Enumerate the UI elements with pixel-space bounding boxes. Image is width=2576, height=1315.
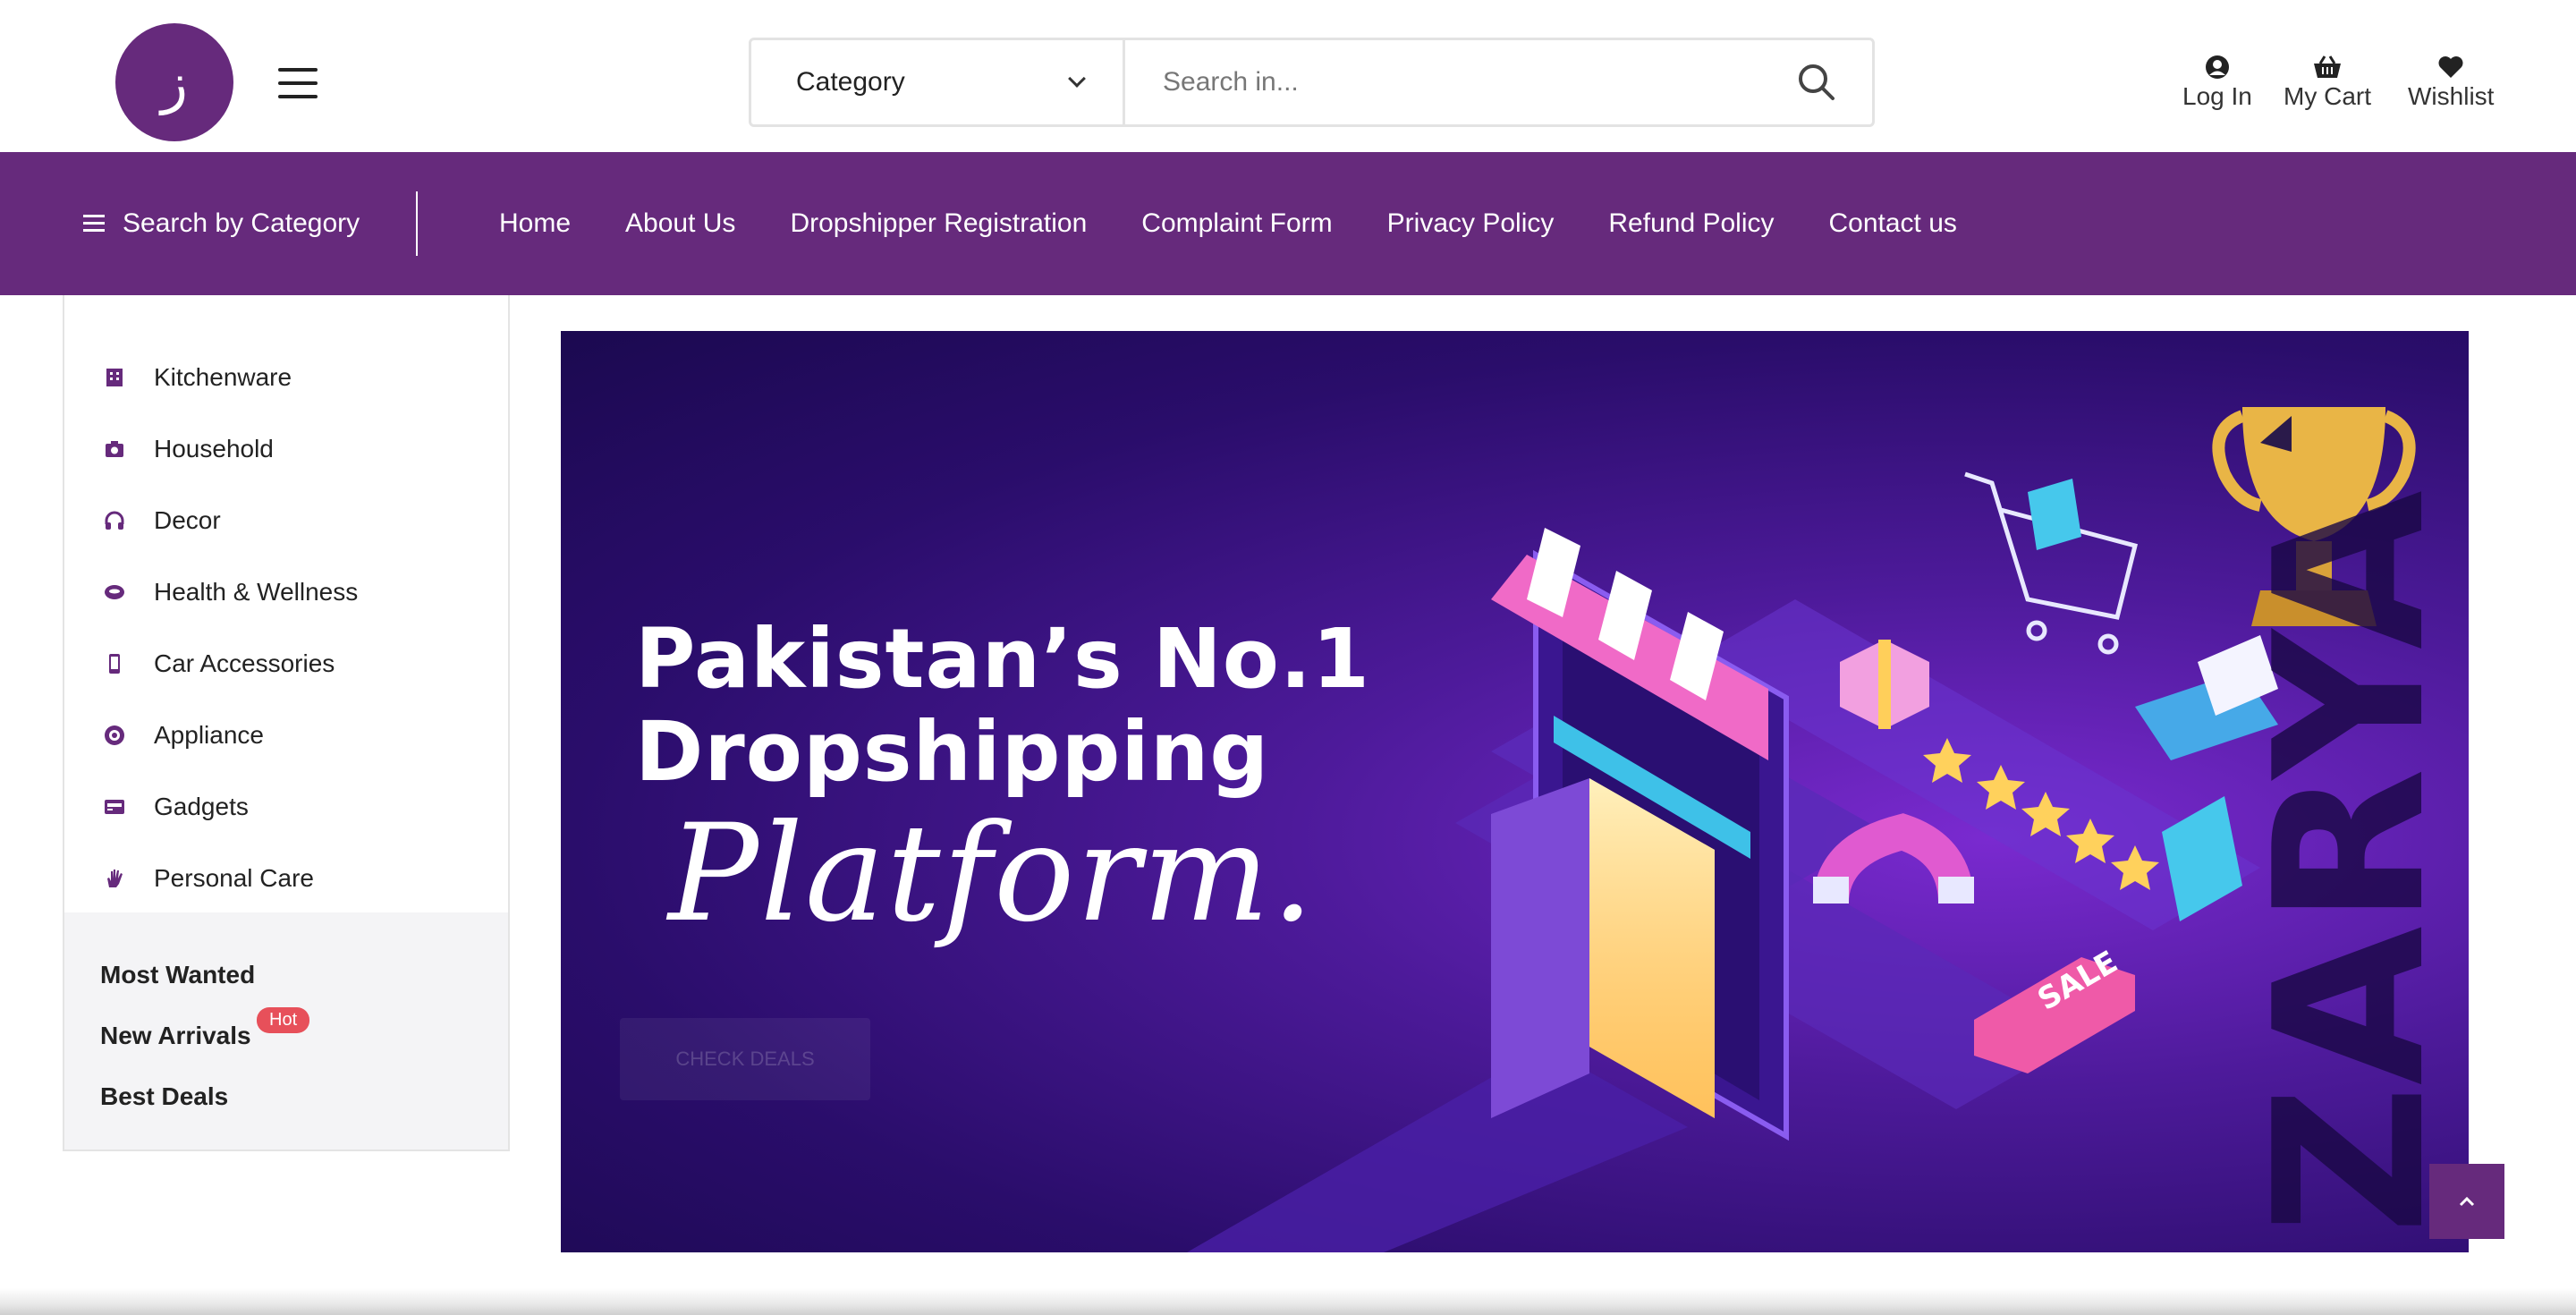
- login-label: Log In: [2182, 82, 2252, 110]
- brand-vertical-text: ZARYA: [2232, 490, 2469, 1234]
- scroll-to-top-button[interactable]: [2429, 1164, 2504, 1239]
- main-nav: Search by Category Home About Us Dropshi…: [0, 152, 2576, 295]
- hero-banner[interactable]: ZARYA SALE Pakistan’s No.1 Dropshipping …: [561, 331, 2469, 1252]
- camera-icon: [102, 437, 127, 462]
- search-input[interactable]: [1127, 40, 1789, 124]
- page: ز Category Log In My Cart: [0, 0, 2576, 1315]
- category-select-label: Category: [796, 67, 905, 97]
- nav-link-refund-policy[interactable]: Refund Policy: [1608, 208, 1774, 239]
- category-list: Kitchenware Household Decor Health & Wel…: [64, 295, 508, 914]
- sidebar-item-label: Personal Care: [154, 864, 314, 892]
- card-icon: [102, 794, 127, 819]
- link-most-wanted-label: Most Wanted: [100, 961, 256, 988]
- hand-icon: [102, 866, 127, 891]
- banner-script-text: Platform.: [668, 796, 1317, 952]
- nav-link-privacy-policy[interactable]: Privacy Policy: [1387, 208, 1555, 239]
- target-icon: [102, 723, 127, 748]
- cart-label: My Cart: [2284, 82, 2371, 110]
- link-new-arrivals[interactable]: New Arrivals Hot: [64, 1005, 508, 1066]
- nav-link-complaint-form[interactable]: Complaint Form: [1141, 208, 1332, 239]
- check-deals-button[interactable]: CHECK DEALS: [620, 1018, 870, 1100]
- sidebar-item-appliance[interactable]: Appliance: [64, 700, 508, 771]
- basket-icon: [2312, 54, 2343, 81]
- sidebar-item-decor[interactable]: Decor: [64, 485, 508, 556]
- sidebar-item-kitchenware[interactable]: Kitchenware: [64, 342, 508, 413]
- user-circle-icon: [2205, 54, 2230, 81]
- login-link[interactable]: Log In: [2182, 54, 2252, 111]
- disc-icon: [102, 580, 127, 605]
- sidebar-item-label: Kitchenware: [154, 363, 292, 391]
- sidebar-item-household[interactable]: Household: [64, 413, 508, 485]
- sidebar-extra-links: Most Wanted New Arrivals Hot Best Deals: [64, 912, 508, 1150]
- nav-link-contact-us[interactable]: Contact us: [1829, 208, 1957, 239]
- sidebar-item-label: Health & Wellness: [154, 578, 359, 606]
- logo-glyph: ز: [161, 49, 188, 115]
- cart-link[interactable]: My Cart: [2284, 54, 2371, 111]
- sidebar-item-label: Car Accessories: [154, 649, 335, 677]
- bars-icon: [83, 215, 105, 233]
- sidebar-item-health-wellness[interactable]: Health & Wellness: [64, 556, 508, 628]
- page-bottom-edge: [0, 1288, 2576, 1315]
- category-sidebar: Kitchenware Household Decor Health & Wel…: [63, 295, 510, 1151]
- sidebar-item-personal-care[interactable]: Personal Care: [64, 843, 508, 914]
- sidebar-item-label: Appliance: [154, 721, 264, 749]
- hot-badge: Hot: [257, 1007, 310, 1033]
- site-logo[interactable]: ز: [115, 23, 233, 141]
- category-select[interactable]: Category: [751, 40, 1125, 124]
- mobile-icon: [102, 651, 127, 676]
- search-icon[interactable]: [1797, 63, 1836, 102]
- search-by-category-label: Search by Category: [123, 208, 360, 238]
- wishlist-label: Wishlist: [2408, 82, 2495, 110]
- nav-links: Home About Us Dropshipper Registration C…: [499, 152, 2012, 295]
- link-best-deals-label: Best Deals: [100, 1082, 229, 1110]
- banner-headline-line1: Pakistan’s No.1: [635, 611, 1370, 707]
- menu-toggle-icon[interactable]: [278, 68, 318, 98]
- search-by-category-toggle[interactable]: Search by Category: [83, 152, 360, 295]
- link-new-arrivals-label: New Arrivals: [100, 1022, 251, 1049]
- link-most-wanted[interactable]: Most Wanted: [64, 945, 508, 1005]
- nav-divider: [416, 191, 418, 256]
- nav-link-about-us[interactable]: About Us: [625, 208, 735, 239]
- search-bar: Category: [749, 38, 1875, 127]
- sidebar-item-label: Household: [154, 435, 274, 462]
- nav-link-home[interactable]: Home: [499, 208, 571, 239]
- heart-icon: [2437, 54, 2464, 81]
- wishlist-link[interactable]: Wishlist: [2408, 54, 2494, 111]
- building-icon: [102, 365, 127, 390]
- banner-headline-line2: Dropshipping: [635, 704, 1270, 800]
- sidebar-item-label: Gadgets: [154, 793, 249, 820]
- sidebar-item-gadgets[interactable]: Gadgets: [64, 771, 508, 843]
- sidebar-item-label: Decor: [154, 506, 221, 534]
- chevron-down-icon: [1068, 70, 1086, 88]
- chevron-up-icon: [2459, 1196, 2475, 1207]
- headphones-icon: [102, 508, 127, 533]
- sidebar-item-car-accessories[interactable]: Car Accessories: [64, 628, 508, 700]
- banner-headline: Pakistan’s No.1 Dropshipping: [635, 613, 1370, 799]
- site-header: ز Category Log In My Cart: [0, 0, 2576, 152]
- nav-link-dropshipper-registration[interactable]: Dropshipper Registration: [790, 208, 1087, 239]
- link-best-deals[interactable]: Best Deals: [64, 1066, 508, 1127]
